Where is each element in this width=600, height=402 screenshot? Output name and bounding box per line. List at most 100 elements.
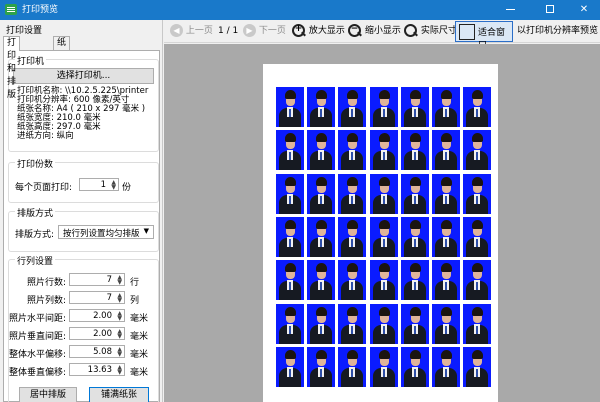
id-photo: [276, 87, 304, 127]
cols-label: 照片列数:: [26, 296, 66, 306]
id-photo: [276, 173, 304, 214]
printer-resolution-dropdown[interactable]: 以打印机分辨率预览 ▾: [517, 23, 600, 40]
id-photo: [307, 303, 336, 344]
page-indicator: 1 / 1: [218, 26, 239, 36]
grid-group: 行列设置 照片行数: 7 ▲ ▼ 行 照片列数: 7 ▲ ▼ 列 照片水平间距: 2…: [8, 254, 159, 402]
zoom-in-button[interactable]: + 放大显示: [292, 23, 345, 40]
id-photo: [463, 346, 492, 387]
select-printer-button[interactable]: 选择打印机...: [13, 68, 154, 84]
v-spacing-stepper[interactable]: 2.00 ▲ ▼: [69, 327, 125, 340]
id-photo: [400, 346, 429, 387]
spin-arrows-icon[interactable]: ▲ ▼: [117, 329, 122, 340]
v-offset-label: 整体垂直偏移:: [8, 368, 66, 378]
zoom-out-button[interactable]: − 缩小显示: [348, 23, 401, 40]
id-photo: [400, 260, 429, 301]
id-photo: [463, 260, 492, 301]
center-layout-button[interactable]: 居中排版: [19, 387, 77, 402]
h-offset-value: 5.08: [93, 347, 112, 357]
id-photo: [432, 216, 460, 257]
tab-content: 打印机 选择打印机... 打印机名称: \\10.2.5.225\printer…: [3, 50, 160, 402]
actual-size-label: 实际尺寸: [420, 26, 457, 36]
spin-arrows-icon[interactable]: ▲ ▼: [117, 275, 122, 286]
layout-group-title: 排版方式: [15, 206, 56, 219]
chevron-down-icon: ▼: [143, 227, 149, 235]
grid-group-title: 行列设置: [15, 254, 56, 267]
id-photo: [400, 303, 429, 344]
id-photo: [432, 260, 460, 301]
id-photo: [307, 130, 336, 171]
title-bar: 打印预览 ✕: [0, 0, 600, 20]
close-icon: ✕: [579, 4, 589, 15]
id-photo: [369, 260, 398, 301]
minimize-button[interactable]: [492, 0, 528, 20]
rows-unit: 行: [130, 278, 140, 288]
id-photo: [338, 303, 367, 344]
id-photo: [369, 216, 398, 257]
close-button[interactable]: ✕: [566, 0, 600, 20]
id-photo: [276, 216, 304, 257]
printer-group-title: 打印机: [15, 54, 47, 67]
tab-print-layout[interactable]: 打印和排版: [3, 36, 21, 100]
maximize-icon: [546, 5, 554, 13]
id-photo: [400, 87, 429, 127]
minimize-icon: [505, 8, 515, 10]
copies-stepper[interactable]: 1 ▲ ▼: [79, 178, 119, 191]
printer-group: 打印机 选择打印机... 打印机名称: \\10.2.5.225\printer…: [8, 54, 159, 152]
copies-label: 每个页面打印:: [15, 183, 73, 193]
zoom-in-label: 放大显示: [308, 26, 345, 36]
id-photo: [307, 216, 336, 257]
id-photo: [463, 87, 492, 127]
zoom-out-icon: −: [348, 23, 362, 38]
cols-value: 7: [106, 293, 112, 303]
spin-arrows-icon[interactable]: ▲ ▼: [117, 311, 122, 322]
id-photo: [338, 173, 367, 214]
id-photo: [276, 260, 304, 301]
app-icon: [5, 4, 17, 15]
id-photo: [463, 303, 492, 344]
spin-arrows-icon[interactable]: ▲ ▼: [117, 365, 122, 376]
spin-arrows-icon[interactable]: ▲ ▼: [117, 293, 122, 304]
spin-arrows-icon[interactable]: ▲ ▼: [111, 180, 116, 191]
cols-stepper[interactable]: 7 ▲ ▼: [69, 291, 125, 304]
fit-window-button[interactable]: 适合窗口: [455, 21, 513, 51]
spin-arrows-icon[interactable]: ▲ ▼: [117, 347, 122, 358]
settings-panel: 打印设置 打印和排版 纸张和边框 打印机 选择打印机... 打印机名称: \\1…: [0, 20, 163, 402]
id-photo: [276, 346, 304, 387]
prev-page-button[interactable]: ◀ 上一页: [170, 23, 213, 40]
next-page-button[interactable]: ▶ 下一页: [243, 23, 286, 40]
maximize-button[interactable]: [532, 0, 568, 20]
id-photo: [307, 346, 336, 387]
id-photo: [400, 216, 429, 257]
id-photo: [338, 260, 367, 301]
h-offset-stepper[interactable]: 5.08 ▲ ▼: [69, 345, 125, 358]
copies-group: 打印份数 每个页面打印: 1 ▲ ▼ 份: [8, 157, 159, 203]
id-photo: [276, 303, 304, 344]
id-photo: [276, 130, 304, 171]
h-offset-unit: 毫米: [130, 350, 149, 360]
fill-paper-button[interactable]: 铺满纸张: [89, 387, 149, 402]
rows-label: 照片行数:: [26, 278, 66, 288]
cols-unit: 列: [130, 296, 140, 306]
id-photo: [307, 173, 336, 214]
paper-page: [263, 64, 498, 402]
layout-select[interactable]: 按行列设置均匀排版 ▼: [58, 225, 154, 239]
feed-direction: 进纸方向: 纵向: [17, 131, 74, 141]
id-photo: [369, 346, 398, 387]
id-photo: [338, 216, 367, 257]
actual-size-button[interactable]: 实际尺寸: [404, 23, 457, 40]
preview-area[interactable]: [164, 44, 600, 402]
fit-window-icon: [459, 24, 475, 40]
id-photo: [307, 260, 336, 301]
rows-value: 7: [106, 275, 112, 285]
layout-label: 排版方式:: [15, 230, 55, 240]
tab-paper-border[interactable]: 纸张和边框: [53, 36, 71, 100]
v-offset-stepper[interactable]: 13.63 ▲ ▼: [69, 363, 125, 376]
id-photo: [463, 173, 492, 214]
v-offset-unit: 毫米: [130, 368, 149, 378]
rows-stepper[interactable]: 7 ▲ ▼: [69, 273, 125, 286]
prev-page-label: 上一页: [185, 26, 213, 36]
h-spacing-unit: 毫米: [130, 314, 149, 324]
id-photo: [369, 303, 398, 344]
id-photo: [400, 173, 429, 214]
h-spacing-stepper[interactable]: 2.00 ▲ ▼: [69, 309, 125, 322]
